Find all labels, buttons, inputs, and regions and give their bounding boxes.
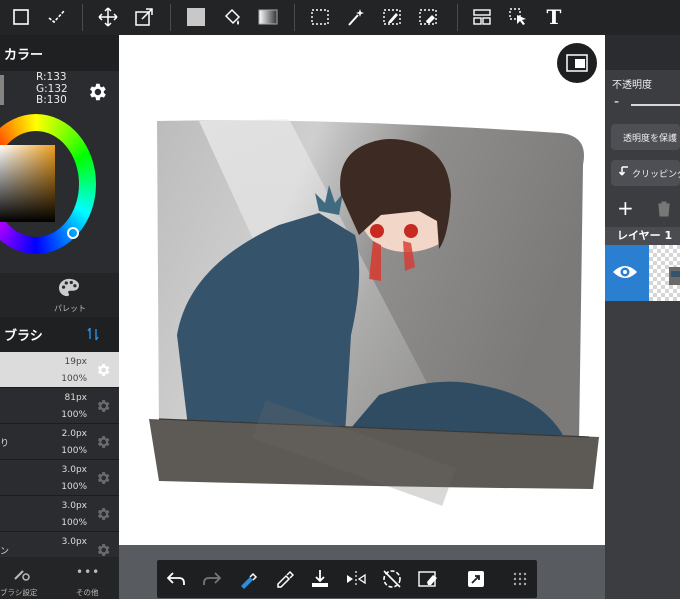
- layer-thumbnail[interactable]: [649, 245, 680, 301]
- brush-opacity: 100%: [61, 374, 87, 384]
- magic-wand-icon[interactable]: [343, 4, 369, 30]
- brush-row[interactable]: り 2.0px 100%: [0, 424, 119, 460]
- brush-settings-gear-icon[interactable]: [95, 362, 111, 382]
- navigator-button[interactable]: [557, 43, 597, 83]
- rotate-cancel-icon[interactable]: [379, 566, 405, 592]
- brush-name: ン: [0, 547, 10, 557]
- brush-settings-gear-icon[interactable]: [95, 470, 111, 490]
- redo-icon[interactable]: [199, 566, 225, 592]
- palette-icon: [58, 278, 80, 302]
- more-icon[interactable]: •••: [76, 565, 100, 579]
- current-color-swatch[interactable]: [0, 75, 4, 105]
- layout-icon[interactable]: [469, 4, 495, 30]
- toolbar-separator: [457, 4, 458, 31]
- marquee-icon[interactable]: [307, 4, 333, 30]
- selection-pen-icon[interactable]: [379, 4, 405, 30]
- brush-size: 81px: [64, 393, 88, 403]
- trash-icon[interactable]: [657, 201, 671, 221]
- square-select-icon[interactable]: [8, 4, 34, 30]
- brush-size: 3.0px: [61, 537, 87, 547]
- import-icon[interactable]: [307, 566, 333, 592]
- eyedropper-icon[interactable]: [271, 566, 297, 592]
- eraser-icon[interactable]: [415, 566, 441, 592]
- color-wheel[interactable]: [0, 114, 96, 254]
- right-panel-header: [605, 35, 680, 70]
- grid-icon[interactable]: [507, 566, 533, 592]
- color-panel-title: カラー: [0, 35, 119, 71]
- brush-size: 3.0px: [61, 501, 87, 511]
- rgb-b: B:130: [36, 94, 67, 106]
- opacity-label: 不透明度: [612, 80, 652, 91]
- brush-settings-gear-icon[interactable]: [95, 398, 111, 418]
- brush-row[interactable]: 81px 100%: [0, 388, 119, 424]
- hue-knob[interactable]: [67, 227, 79, 239]
- color-settings-gear-icon[interactable]: [86, 81, 108, 107]
- opacity-decrease-button[interactable]: -: [614, 94, 619, 110]
- brush-size: 19px: [64, 357, 88, 367]
- clipping-button[interactable]: クリッピング: [611, 160, 680, 186]
- brush-opacity: 100%: [61, 410, 87, 420]
- opacity-slider[interactable]: [631, 104, 680, 106]
- add-layer-button[interactable]: +: [617, 196, 634, 220]
- eye-icon[interactable]: [612, 263, 638, 285]
- eyedropper-brush-icon[interactable]: [235, 566, 261, 592]
- brush-row[interactable]: 3.0px 100%: [0, 496, 119, 532]
- fill-color-icon[interactable]: [183, 4, 209, 30]
- undo-icon[interactable]: [163, 566, 189, 592]
- bottom-toolbar: [157, 560, 537, 598]
- canvas-area[interactable]: [119, 35, 605, 545]
- more-label[interactable]: その他: [76, 587, 99, 598]
- brush-size: 3.0px: [61, 465, 87, 475]
- brush-settings-icon[interactable]: [12, 563, 32, 587]
- right-panel: 不透明度 - 透明度を保護 クリッピング + レイヤー 1: [605, 35, 680, 599]
- layer-row[interactable]: [605, 245, 680, 301]
- brush-panel-title-text: ブラシ: [4, 329, 43, 344]
- left-panel: カラー R:133 G:132 B:130 パレット ブラシ 19px 100% 8…: [0, 35, 119, 599]
- rgb-readout: R:133 G:132 B:130: [36, 71, 68, 107]
- top-toolbar: T: [0, 0, 680, 35]
- protect-alpha-button[interactable]: 透明度を保護: [611, 124, 680, 150]
- clipping-arrow-icon: [618, 165, 629, 181]
- brush-name: り: [0, 439, 10, 449]
- brush-opacity: 100%: [61, 518, 87, 528]
- move-icon[interactable]: [95, 4, 121, 30]
- text-tool-button[interactable]: T: [541, 4, 567, 30]
- rgb-r: R:133: [36, 71, 67, 83]
- layer-folder-header[interactable]: レイヤー 1: [605, 227, 680, 245]
- brush-settings-label[interactable]: ブラシ設定: [0, 587, 37, 598]
- transform-icon[interactable]: [131, 4, 157, 30]
- palette-label: パレット: [54, 304, 86, 313]
- toolbar-separator: [294, 4, 295, 31]
- toolbar-separator: [82, 4, 83, 31]
- brush-row[interactable]: 19px 100%: [0, 352, 119, 388]
- selection-eraser-icon[interactable]: [415, 4, 441, 30]
- left-footer: ブラシ設定 ••• その他: [0, 557, 119, 599]
- select-layer-icon[interactable]: [505, 4, 531, 30]
- brush-opacity: 100%: [61, 446, 87, 456]
- flip-icon[interactable]: [343, 566, 369, 592]
- artwork[interactable]: [119, 35, 605, 545]
- saturation-value-square[interactable]: [0, 145, 55, 222]
- brush-opacity: 100%: [61, 482, 87, 492]
- brush-settings-gear-icon[interactable]: [95, 506, 111, 526]
- clipping-label: クリッピング: [632, 169, 680, 180]
- share-icon[interactable]: [463, 566, 489, 592]
- sort-arrows-icon[interactable]: [87, 327, 99, 345]
- layer-tools: +: [605, 193, 680, 227]
- brush-panel-title: ブラシ: [0, 317, 119, 352]
- bucket-icon[interactable]: [219, 4, 245, 30]
- gradient-icon[interactable]: [255, 4, 281, 30]
- brush-row[interactable]: 3.0px 100%: [0, 460, 119, 496]
- check-icon[interactable]: [44, 4, 70, 30]
- brush-size: 2.0px: [61, 429, 87, 439]
- toolbar-separator: [170, 4, 171, 31]
- brush-settings-gear-icon[interactable]: [95, 434, 111, 454]
